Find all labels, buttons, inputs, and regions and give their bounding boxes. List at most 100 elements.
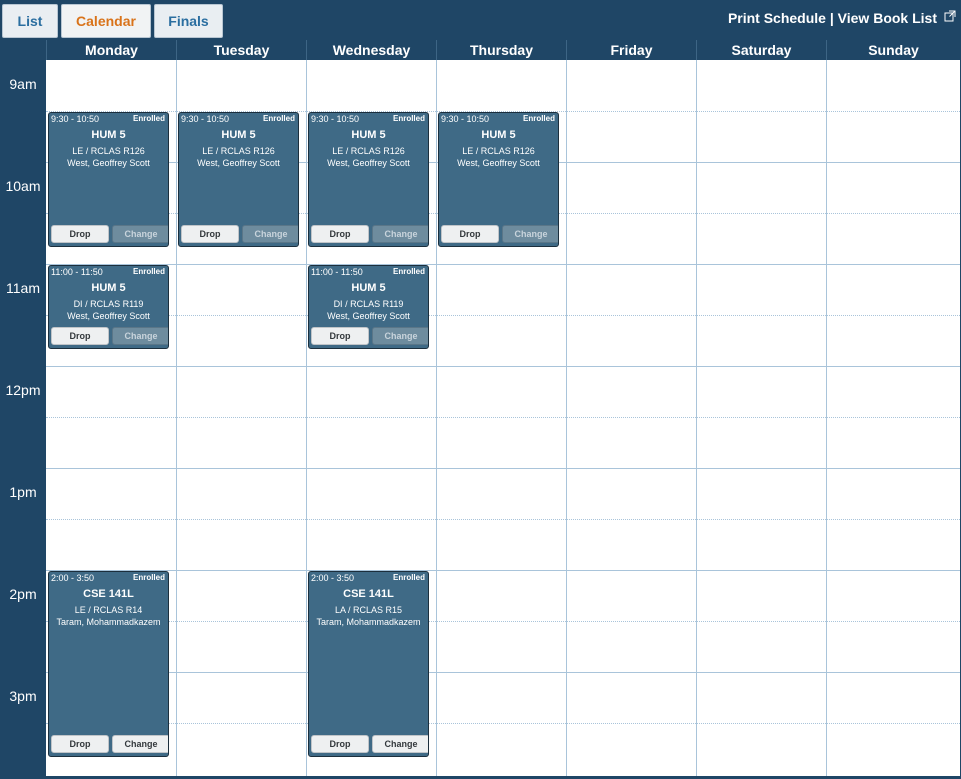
course-code: CSE 141L — [343, 588, 394, 600]
header-links: Print Schedule | View Book List — [728, 10, 937, 26]
change-button[interactable]: Change — [502, 225, 558, 243]
day-header-saturday: Saturday — [696, 40, 826, 60]
course-location: LE / RCLAS R126 — [332, 146, 405, 156]
drop-button[interactable]: Drop — [51, 225, 109, 243]
course-location: LE / RCLAS R126 — [462, 146, 535, 156]
course-time: 9:30 - 10:50 — [51, 114, 100, 124]
course-time: 9:30 - 10:50 — [311, 114, 360, 124]
drop-button[interactable]: Drop — [51, 327, 109, 345]
enrollment-status: Enrolled — [392, 114, 425, 123]
drop-button[interactable]: Drop — [181, 225, 239, 243]
course-location: LE / RCLAS R126 — [202, 146, 275, 156]
course-time: 9:30 - 10:50 — [181, 114, 230, 124]
enrollment-status: Enrolled — [132, 573, 165, 582]
half-hour-line — [46, 723, 960, 724]
course-block[interactable]: 2:00 - 3:50 Enrolled CSE 141L LE / RCLAS R1… — [48, 571, 169, 757]
course-location: LA / RCLAS R15 — [334, 605, 403, 615]
hour-line — [46, 366, 960, 367]
course-block[interactable]: 9:30 - 10:50 Enrolled HUM 5 LE / RCLAS R126… — [438, 112, 559, 247]
course-code: HUM 5 — [351, 129, 386, 141]
tab-list[interactable]: List — [2, 4, 58, 38]
course-location: DI / RCLAS R119 — [73, 299, 144, 309]
grid-divider — [176, 60, 177, 776]
grid-divider — [566, 60, 567, 776]
drop-button[interactable]: Drop — [51, 735, 109, 753]
change-button[interactable]: Change — [242, 225, 298, 243]
course-time: 2:00 - 3:50 — [311, 573, 355, 583]
course-location: LE / RCLAS R126 — [72, 146, 145, 156]
course-block[interactable]: 11:00 - 11:50 Enrolled HUM 5 DI / RCLAS R11… — [48, 265, 169, 349]
course-code: HUM 5 — [221, 129, 256, 141]
course-code: HUM 5 — [351, 282, 386, 294]
course-block[interactable]: 2:00 - 3:50 Enrolled CSE 141L LA / RCLAS R1… — [308, 571, 429, 757]
day-header-friday: Friday — [566, 40, 696, 60]
drop-button[interactable]: Drop — [311, 225, 369, 243]
course-instructor: West, Geoffrey Scott — [197, 158, 280, 168]
course-instructor: Taram, Mohammadkazem — [316, 617, 421, 627]
course-block[interactable]: 9:30 - 10:50 Enrolled HUM 5 LE / RCLAS R126… — [178, 112, 299, 247]
enrollment-status: Enrolled — [392, 267, 425, 276]
grid-divider — [696, 60, 697, 776]
change-button[interactable]: Change — [112, 327, 168, 345]
enrollment-status: Enrolled — [522, 114, 555, 123]
link-separator: | — [829, 10, 834, 26]
calendar-grid: 9:30 - 10:50 Enrolled HUM 5 LE / RCLAS R126… — [46, 60, 960, 776]
time-label: 9am — [9, 76, 37, 92]
change-button[interactable]: Change — [112, 735, 168, 753]
course-code: HUM 5 — [91, 129, 126, 141]
day-header-thursday: Thursday — [436, 40, 566, 60]
half-hour-line — [46, 315, 960, 316]
external-link-icon[interactable] — [944, 10, 956, 22]
change-button[interactable]: Change — [372, 225, 428, 243]
course-code: HUM 5 — [481, 129, 516, 141]
time-label: 3pm — [9, 688, 37, 704]
time-label: 10am — [5, 178, 41, 194]
course-code: HUM 5 — [91, 282, 126, 294]
day-header-wednesday: Wednesday — [306, 40, 436, 60]
hour-line — [46, 570, 960, 571]
enrollment-status: Enrolled — [262, 114, 295, 123]
course-time: 2:00 - 3:50 — [51, 573, 95, 583]
half-hour-line — [46, 621, 960, 622]
view-book-list-link[interactable]: View Book List — [838, 10, 937, 26]
course-instructor: West, Geoffrey Scott — [67, 311, 150, 321]
course-block[interactable]: 9:30 - 10:50 Enrolled HUM 5 LE / RCLAS R126… — [308, 112, 429, 247]
course-instructor: West, Geoffrey Scott — [67, 158, 150, 168]
drop-button[interactable]: Drop — [311, 735, 369, 753]
half-hour-line — [46, 519, 960, 520]
day-header-sunday: Sunday — [826, 40, 960, 60]
course-block[interactable]: 9:30 - 10:50 Enrolled HUM 5 LE / RCLAS R126… — [48, 112, 169, 247]
schedule-calendar-app: List Calendar Finals Print Schedule | Vi… — [0, 0, 961, 779]
enrollment-status: Enrolled — [132, 114, 165, 123]
day-header-monday: Monday — [46, 40, 176, 60]
enrollment-status: Enrolled — [392, 573, 425, 582]
course-instructor: West, Geoffrey Scott — [457, 158, 540, 168]
enrollment-status: Enrolled — [132, 267, 165, 276]
time-label: 1pm — [9, 484, 37, 500]
drop-button[interactable]: Drop — [311, 327, 369, 345]
drop-button[interactable]: Drop — [441, 225, 499, 243]
tab-calendar[interactable]: Calendar — [61, 4, 151, 38]
time-label: 11am — [6, 280, 40, 296]
hour-line — [46, 672, 960, 673]
half-hour-line — [46, 417, 960, 418]
course-time: 11:00 - 11:50 — [311, 267, 363, 277]
hour-line — [46, 468, 960, 469]
print-schedule-link[interactable]: Print Schedule — [728, 10, 826, 26]
change-button[interactable]: Change — [372, 327, 428, 345]
day-header-tuesday: Tuesday — [176, 40, 306, 60]
change-button[interactable]: Change — [372, 735, 428, 753]
course-code: CSE 141L — [83, 588, 134, 600]
course-time: 9:30 - 10:50 — [441, 114, 490, 124]
course-location: LE / RCLAS R14 — [74, 605, 143, 615]
change-button[interactable]: Change — [112, 225, 168, 243]
course-location: DI / RCLAS R119 — [333, 299, 404, 309]
tab-finals[interactable]: Finals — [154, 4, 223, 38]
course-instructor: West, Geoffrey Scott — [327, 311, 410, 321]
hour-line — [46, 264, 960, 265]
course-block[interactable]: 11:00 - 11:50 Enrolled HUM 5 DI / RCLAS R11… — [308, 265, 429, 349]
grid-divider — [306, 60, 307, 776]
time-label: 12pm — [5, 382, 41, 398]
course-instructor: Taram, Mohammadkazem — [56, 617, 161, 627]
grid-divider — [826, 60, 827, 776]
